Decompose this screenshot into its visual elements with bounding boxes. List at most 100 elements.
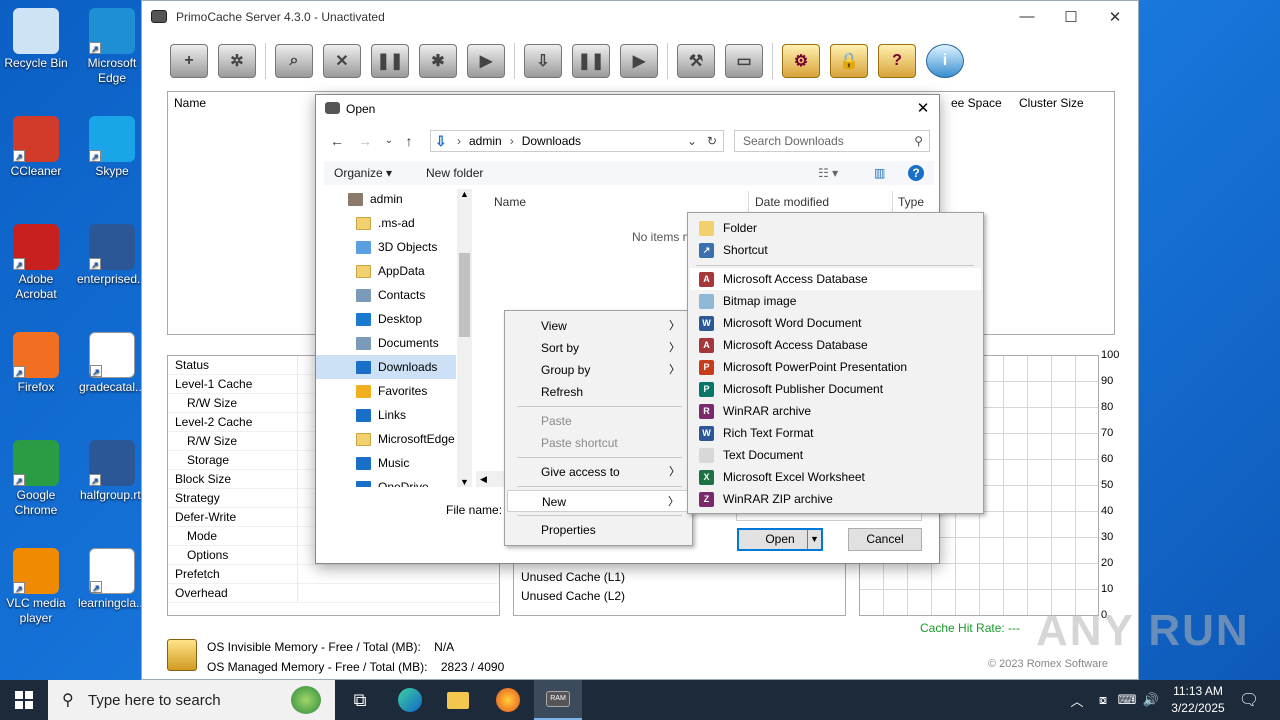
cache-options-button[interactable]: ✱ [415,41,461,81]
network-icon[interactable]: ⌨ [1114,680,1140,720]
new-submenu-item[interactable]: A Microsoft Access Database [690,268,981,290]
delete-cache-button[interactable]: ✕ [319,41,365,81]
nav-item[interactable]: AppData [356,259,425,283]
minimize-button[interactable]: — [1004,1,1050,32]
desktop-icon[interactable]: ↗ Google Chrome [0,440,72,518]
firefox-taskbar-icon[interactable] [484,680,532,720]
desktop-icon[interactable]: ↗ Adobe Acrobat [0,224,72,302]
column-free-space[interactable]: ee Space [951,96,1002,110]
forward-arrow-icon[interactable]: → [354,129,376,153]
nav-item[interactable]: Links [356,403,406,427]
view-options-icon[interactable]: ☷ ▾ [818,161,838,185]
breadcrumb-admin[interactable]: admin [469,134,502,148]
new-submenu-item[interactable]: P Microsoft PowerPoint Presentation [690,356,981,378]
new-submenu-item[interactable]: Folder [690,217,981,239]
open-button[interactable]: Open ▼ [737,528,823,551]
primocache-taskbar-icon[interactable]: RAM [534,680,582,720]
edge-taskbar-icon[interactable] [386,680,434,720]
tray-network-adapter-icon[interactable]: ⧇ [1090,680,1116,720]
desktop-icon[interactable]: Recycle Bin [0,8,72,71]
resume-cache-button[interactable]: ▶ [463,41,509,81]
context-menu-item[interactable]: Sort by 〉 [507,337,690,359]
open-dropdown-icon[interactable]: ▼ [807,530,821,549]
recent-chevron-icon[interactable]: ⌄ [378,129,400,153]
volume-icon[interactable]: 🔊 [1138,680,1164,720]
new-submenu-item[interactable]: A Microsoft Access Database [690,334,981,356]
start-button[interactable] [0,680,48,720]
column-name-header[interactable]: Name [494,195,526,209]
context-menu-item[interactable]: Paste [507,410,690,432]
up-arrow-icon[interactable]: ↑ [398,129,420,153]
scroll-up-icon[interactable]: ▲ [457,189,472,199]
scroll-left-icon[interactable]: ◀ [476,474,487,484]
context-menu-item[interactable]: Paste shortcut [507,432,690,454]
new-submenu-item[interactable]: W Microsoft Word Document [690,312,981,334]
new-submenu-item[interactable]: P Microsoft Publisher Document [690,378,981,400]
task-view-icon[interactable]: ⧉ [336,680,384,720]
new-submenu-item[interactable]: W Rich Text Format [690,422,981,444]
pause-cache-button[interactable]: ❚❚ [367,41,413,81]
nav-item[interactable]: Favorites [356,379,427,403]
desktop-icon[interactable]: ↗ gradecatal... [76,332,148,395]
breadcrumb-downloads[interactable]: Downloads [522,134,581,148]
desktop-icon[interactable]: ↗ Skype [76,116,148,179]
nav-item[interactable]: Music [356,451,409,475]
column-cluster-size[interactable]: Cluster Size [1019,96,1084,110]
pause-write-button[interactable]: ❚❚ [568,41,614,81]
address-dropdown-icon[interactable]: ⌄ [687,134,697,148]
new-submenu-item[interactable]: Z WinRAR ZIP archive [690,488,981,510]
desktop-icon[interactable]: ↗ learningcla... [76,548,148,611]
scroll-down-icon[interactable]: ▼ [457,477,472,487]
desktop-icon[interactable]: ↗ halfgroup.rtf [76,440,148,503]
column-type-header[interactable]: Type [898,195,924,209]
cancel-button[interactable]: Cancel [848,528,922,551]
context-menu-item[interactable]: Refresh [507,381,690,403]
drive-button[interactable]: ▭ [721,41,767,81]
nav-item[interactable]: Documents [356,331,439,355]
new-submenu-item[interactable]: ↗ Shortcut [690,239,981,261]
desktop-icon[interactable]: ↗ enterprised... [76,224,148,287]
desktop-icon[interactable]: ↗ CCleaner [0,116,72,179]
nav-item[interactable]: .ms-ad [356,211,415,235]
search-input[interactable]: Search Downloads ⚲ [734,130,930,152]
column-name[interactable]: Name [174,96,206,110]
context-menu-item[interactable]: Give access to 〉 [507,461,690,483]
nav-item[interactable]: OneDrive [356,475,429,487]
nav-item[interactable]: Downloads [316,355,456,379]
new-folder-button[interactable]: New folder [426,161,483,185]
context-menu-item[interactable]: Properties [507,519,690,541]
new-submenu-item[interactable]: Bitmap image [690,290,981,312]
maximize-button[interactable]: ☐ [1048,1,1094,32]
configure-cache-button[interactable]: ✲ [214,41,260,81]
context-menu-item[interactable]: New 〉 [507,490,690,512]
create-cache-button[interactable]: + [166,41,212,81]
tray-chevron-icon[interactable]: ︿ [1064,680,1090,720]
nav-scroll-thumb[interactable] [459,253,470,337]
desktop-icon[interactable]: ↗ VLC media player [0,548,72,626]
notifications-icon[interactable]: 🗨 [1234,680,1264,720]
activate-button[interactable]: 🔒 [826,41,872,81]
context-menu-item[interactable]: View 〉 [507,315,690,337]
new-submenu-item[interactable]: X Microsoft Excel Worksheet [690,466,981,488]
dialog-close-button[interactable]: ✕ [911,95,935,123]
resume-write-button[interactable]: ▶ [616,41,662,81]
nav-item[interactable]: Contacts [356,283,425,307]
new-submenu-item[interactable]: R WinRAR archive [690,400,981,422]
file-explorer-icon[interactable] [434,680,482,720]
nav-item[interactable]: admin [348,189,403,211]
nav-item[interactable]: 3D Objects [356,235,437,259]
tools-button[interactable]: ⚒ [673,41,719,81]
settings-button[interactable]: ⚙ [778,41,824,81]
nav-scrollbar[interactable]: ▲ ▼ [457,189,472,487]
context-menu-item[interactable]: Group by 〉 [507,359,690,381]
flush-button[interactable]: ⇩ [520,41,566,81]
organize-button[interactable]: Organize ▾ [334,161,392,185]
cache-details-button[interactable]: ⌕ [271,41,317,81]
preview-pane-icon[interactable]: ▥ [874,161,885,185]
close-button[interactable]: ✕ [1092,1,1138,32]
desktop-icon[interactable]: ↗ Firefox [0,332,72,395]
address-bar[interactable]: ⇩ › admin › Downloads ⌄ ↻ [430,130,724,152]
about-button[interactable]: i [922,41,968,81]
clock[interactable]: 11:13 AM 3/22/2025 [1162,683,1234,717]
desktop-icon[interactable]: ↗ Microsoft Edge [76,8,148,86]
